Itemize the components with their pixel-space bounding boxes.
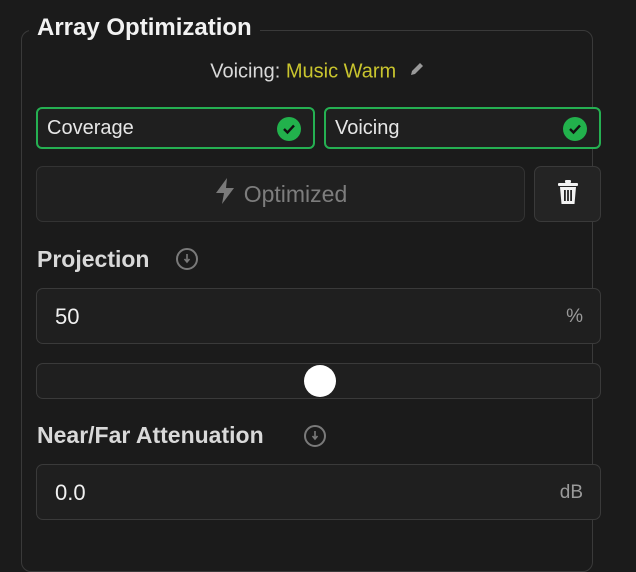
info-icon[interactable] xyxy=(304,425,326,447)
lightning-bolt-icon xyxy=(214,177,236,211)
chip-coverage-label: Coverage xyxy=(47,116,134,139)
projection-unit: % xyxy=(566,306,583,327)
near-far-attenuation-label: Near/Far Attenuation xyxy=(37,422,264,448)
chip-voicing-label: Voicing xyxy=(335,116,400,139)
projection-value: 50 xyxy=(55,304,80,329)
voicing-label: Voicing: xyxy=(210,60,281,83)
optimize-button[interactable]: Optimized xyxy=(36,166,525,222)
delete-button[interactable] xyxy=(534,166,601,222)
check-circle-icon xyxy=(277,117,301,141)
voicing-line: Voicing: Music Warm xyxy=(0,60,636,84)
attenuation-input[interactable]: 0.0 dB xyxy=(36,464,601,520)
slider-knob[interactable] xyxy=(303,365,336,397)
voicing-value[interactable]: Music Warm xyxy=(286,60,396,82)
projection-input[interactable]: 50 % xyxy=(36,288,601,344)
info-icon[interactable] xyxy=(176,248,198,270)
trash-icon xyxy=(557,179,579,210)
projection-label: Projection xyxy=(37,246,150,272)
attenuation-value: 0.0 xyxy=(55,480,86,505)
projection-slider[interactable] xyxy=(36,363,601,399)
optimize-button-label: Optimized xyxy=(243,180,348,207)
panel-title: Array Optimization xyxy=(29,14,260,42)
chip-coverage[interactable]: Coverage xyxy=(36,107,315,149)
check-circle-icon xyxy=(563,117,587,141)
chip-voicing[interactable]: Voicing xyxy=(324,107,601,149)
attenuation-unit: dB xyxy=(559,482,583,503)
pencil-icon[interactable] xyxy=(408,60,426,84)
